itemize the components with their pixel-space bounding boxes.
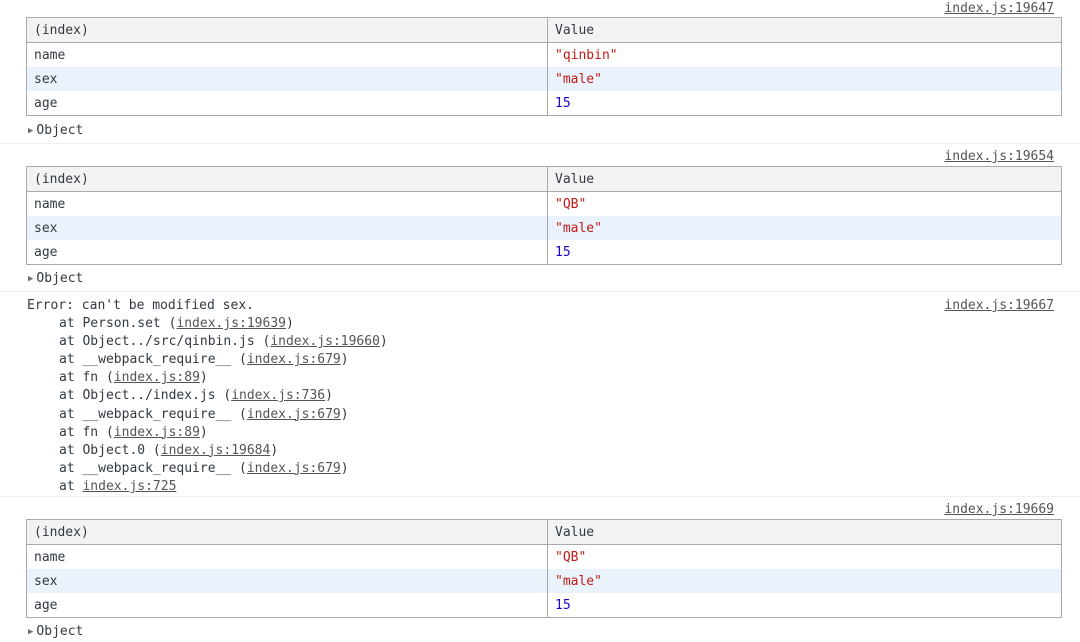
- stack-frame: at Person.set (index.js:19639): [59, 316, 294, 332]
- table-row: name "QB": [26, 191, 1062, 216]
- object-summary: Object: [36, 123, 84, 138]
- entry-divider: [0, 143, 1080, 144]
- column-header-value[interactable]: Value: [547, 17, 1062, 43]
- table-row: name "QB": [26, 544, 1062, 569]
- error-text: Error: can't be modified sex.: [27, 298, 254, 313]
- object-expander[interactable]: ▶ Object: [28, 623, 83, 642]
- table-header-row: (index) Value: [26, 166, 1062, 192]
- stack-frame-link[interactable]: index.js:89: [114, 425, 200, 440]
- table-row: age 15: [26, 593, 1062, 618]
- row-value: "male": [547, 569, 1062, 593]
- entry-divider: [0, 496, 1080, 497]
- stack-frame-link[interactable]: index.js:679: [247, 407, 341, 422]
- row-value: 15: [555, 597, 571, 613]
- triangle-right-icon: ▶: [28, 126, 34, 136]
- stack-frame: at fn (index.js:89): [59, 370, 208, 386]
- source-link[interactable]: index.js:19654: [944, 148, 1054, 166]
- table-header-row: (index) Value: [26, 519, 1062, 545]
- console-table: (index) Value name "QB" sex "male" age 1…: [26, 519, 1062, 618]
- row-key: age: [26, 240, 548, 265]
- stack-frame: at Object.0 (index.js:19684): [59, 442, 279, 458]
- console-table: (index) Value name "QB" sex "male" age 1…: [26, 166, 1062, 265]
- object-summary: Object: [36, 271, 84, 286]
- stack-frame: at fn (index.js:89): [59, 424, 208, 440]
- stack-frame: at __webpack_require__ (index.js:679): [59, 406, 349, 422]
- row-key: name: [26, 42, 548, 67]
- column-header-index[interactable]: (index): [26, 17, 548, 43]
- row-key: sex: [26, 569, 548, 593]
- source-link[interactable]: index.js:19669: [944, 501, 1054, 519]
- stack-frame: at Object../src/qinbin.js (index.js:1966…: [59, 334, 388, 350]
- row-key: age: [26, 593, 548, 618]
- stack-frame: at index.js:725: [59, 478, 177, 494]
- stack-frame-link[interactable]: index.js:736: [231, 388, 325, 403]
- column-header-index[interactable]: (index): [26, 519, 548, 545]
- error-message: Error: can't be modified sex. at Person.…: [27, 297, 388, 496]
- source-link[interactable]: index.js:19647: [944, 0, 1054, 18]
- stack-frame-link[interactable]: index.js:19660: [270, 334, 380, 349]
- table-row: age 15: [26, 240, 1062, 265]
- stack-frame: at __webpack_require__ (index.js:679): [59, 352, 349, 368]
- stack-frame: at __webpack_require__ (index.js:679): [59, 460, 349, 476]
- object-expander[interactable]: ▶ Object: [28, 122, 83, 141]
- row-key: name: [26, 191, 548, 216]
- row-value: "qinbin": [555, 47, 618, 63]
- stack-frame: at Object../index.js (index.js:736): [59, 388, 333, 404]
- column-header-index[interactable]: (index): [26, 166, 548, 192]
- row-key: age: [26, 91, 548, 116]
- table-row: sex "male": [26, 67, 1062, 91]
- console-table: (index) Value name "qinbin" sex "male" a…: [26, 17, 1062, 116]
- object-expander[interactable]: ▶ Object: [28, 270, 83, 289]
- stack-frame-link[interactable]: index.js:19684: [161, 443, 271, 458]
- row-value: "male": [547, 67, 1062, 91]
- row-key: sex: [26, 67, 548, 91]
- stack-frame-link[interactable]: index.js:725: [82, 479, 176, 494]
- stack-frame-link[interactable]: index.js:679: [247, 461, 341, 476]
- row-value: "male": [547, 216, 1062, 240]
- triangle-right-icon: ▶: [28, 627, 34, 637]
- table-row: sex "male": [26, 216, 1062, 240]
- stack-frame-link[interactable]: index.js:89: [114, 370, 200, 385]
- row-value: "QB": [555, 549, 587, 565]
- row-value: "QB": [555, 196, 587, 212]
- stack-frame-link[interactable]: index.js:679: [247, 352, 341, 367]
- row-value: 15: [555, 95, 571, 111]
- stack-frame-link[interactable]: index.js:19639: [176, 316, 286, 331]
- triangle-right-icon: ▶: [28, 274, 34, 284]
- table-row: sex "male": [26, 569, 1062, 593]
- table-row: name "qinbin": [26, 42, 1062, 67]
- column-header-value[interactable]: Value: [547, 166, 1062, 192]
- table-row: age 15: [26, 91, 1062, 116]
- column-header-value[interactable]: Value: [547, 519, 1062, 545]
- entry-divider: [0, 291, 1080, 292]
- source-link[interactable]: index.js:19667: [944, 297, 1054, 315]
- row-key: sex: [26, 216, 548, 240]
- table-header-row: (index) Value: [26, 17, 1062, 43]
- row-value: 15: [555, 244, 571, 260]
- row-key: name: [26, 544, 548, 569]
